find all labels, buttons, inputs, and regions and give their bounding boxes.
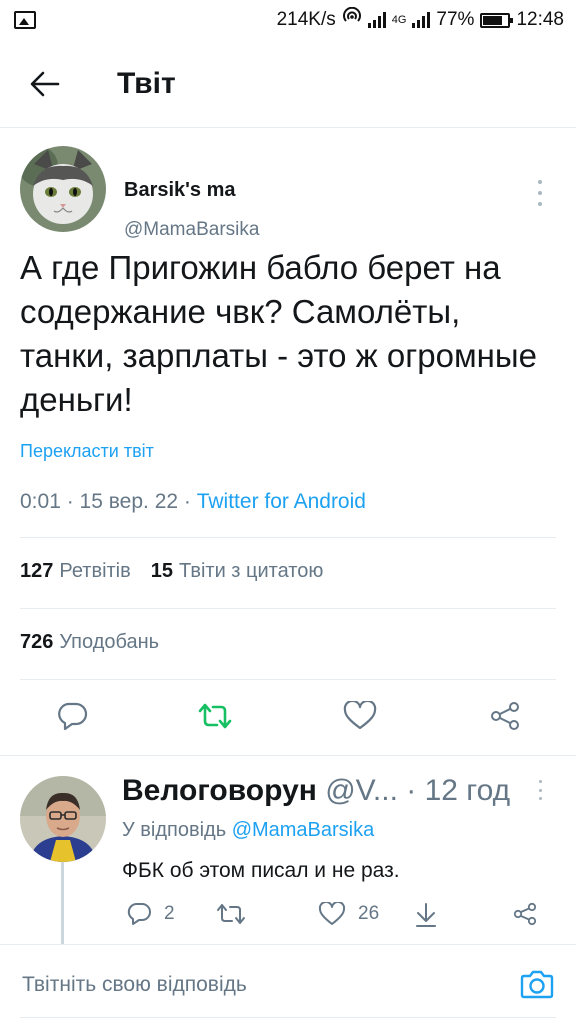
divider [20, 679, 556, 680]
quotes-stat[interactable]: 15 Твіти з цитатою [151, 560, 324, 583]
retweets-stat[interactable]: 127 Ретвітів [20, 560, 131, 583]
tweet-time: 0:01 [20, 490, 61, 513]
tweet-actions [20, 696, 556, 740]
reply-button[interactable] [52, 696, 92, 736]
translate-tweet-link[interactable]: Перекласти твіт [20, 441, 154, 462]
reply-retweet-button[interactable] [216, 902, 246, 926]
retweet-icon [217, 904, 245, 924]
battery-icon [480, 12, 514, 28]
retweet-stats: 127 Ретвітів 15 Твіти з цитатою [20, 560, 323, 583]
gallery-notification-icon [14, 11, 36, 29]
meta-separator: · [66, 490, 80, 513]
network-type: 4G [391, 14, 407, 26]
signal-icon [367, 12, 386, 28]
reply-tweet[interactable]: Велоговорун @V... · 12 год У відповідь @… [0, 756, 576, 944]
camera-icon [520, 970, 554, 999]
back-button[interactable] [15, 54, 75, 114]
reply-replies-count: 2 [164, 903, 175, 924]
more-vertical-icon[interactable] [530, 780, 550, 800]
signal-icon-2 [412, 12, 431, 28]
tweet-author-name[interactable]: Barsik's ma [124, 179, 236, 202]
compose-bar: Твітніть свою відповідь [0, 944, 576, 1024]
retweet-button[interactable] [195, 696, 235, 736]
reply-reply-button[interactable]: 2 [126, 902, 175, 926]
reply-author-name[interactable]: Велоговорун [122, 774, 317, 807]
tweet-author-row: Barsik's ma @MamaBarsika [20, 146, 556, 240]
compose-underline [20, 1017, 556, 1018]
heart-icon [343, 701, 377, 730]
reply-time: · 12 год [406, 774, 511, 807]
status-bar-right: 214K/s 4G 77% 12:48 [276, 6, 564, 33]
reply-to-line: У відповідь @MamaBarsika [122, 819, 374, 842]
reply-download-button[interactable] [414, 902, 438, 928]
thread-line [61, 862, 64, 944]
download-icon [416, 903, 436, 927]
network-speed: 214K/s [276, 9, 336, 30]
reply-compose-input[interactable]: Твітніть свою відповідь [22, 973, 247, 997]
meta-separator: · [183, 490, 197, 513]
share-button[interactable] [485, 696, 525, 736]
reply-share-button[interactable] [512, 902, 538, 926]
likes-stat[interactable]: 726 Уподобань [20, 631, 159, 654]
retweet-icon [198, 703, 232, 729]
camera-button[interactable] [520, 967, 554, 1001]
reply-text: ФБК об этом писал и не раз. [122, 859, 400, 882]
page-title: Твіт [117, 66, 176, 100]
divider [20, 537, 556, 538]
avatar[interactable] [20, 146, 106, 232]
reply-author-handle[interactable]: @V... [325, 774, 398, 807]
divider [20, 608, 556, 609]
app-header: Твіт [0, 40, 576, 128]
battery-percent: 77% [436, 9, 475, 30]
clock: 12:48 [516, 9, 564, 30]
reply-like-button[interactable]: 26 [318, 902, 379, 926]
reply-actions: 2 26 [122, 902, 542, 932]
heart-icon [318, 902, 346, 925]
reply-icon [58, 702, 88, 731]
reply-header: Велоговорун @V... · 12 год [122, 774, 542, 810]
more-vertical-icon[interactable] [530, 180, 550, 206]
share-icon [513, 902, 537, 926]
reply-to-label: У відповідь [122, 819, 227, 841]
tweet-date: 15 вер. 22 [79, 490, 179, 513]
tweet-text: А где Пригожин бабло берет на содержание… [20, 249, 537, 418]
avatar[interactable] [20, 776, 106, 862]
tweet-source-link[interactable]: Twitter for Android [197, 490, 366, 513]
status-bar: 214K/s 4G 77% 12:48 [0, 0, 576, 40]
reply-to-mention[interactable]: @MamaBarsika [232, 819, 375, 841]
arrow-left-icon [30, 71, 60, 96]
reply-icon [127, 903, 151, 925]
tweet-meta: 0:01 · 15 вер. 22 · Twitter for Android [20, 490, 366, 514]
hotspot-icon [342, 6, 362, 33]
tweet-author-handle[interactable]: @MamaBarsika [124, 219, 259, 241]
like-button[interactable] [340, 696, 380, 736]
share-icon [491, 702, 519, 730]
reply-likes-count: 26 [358, 903, 380, 924]
